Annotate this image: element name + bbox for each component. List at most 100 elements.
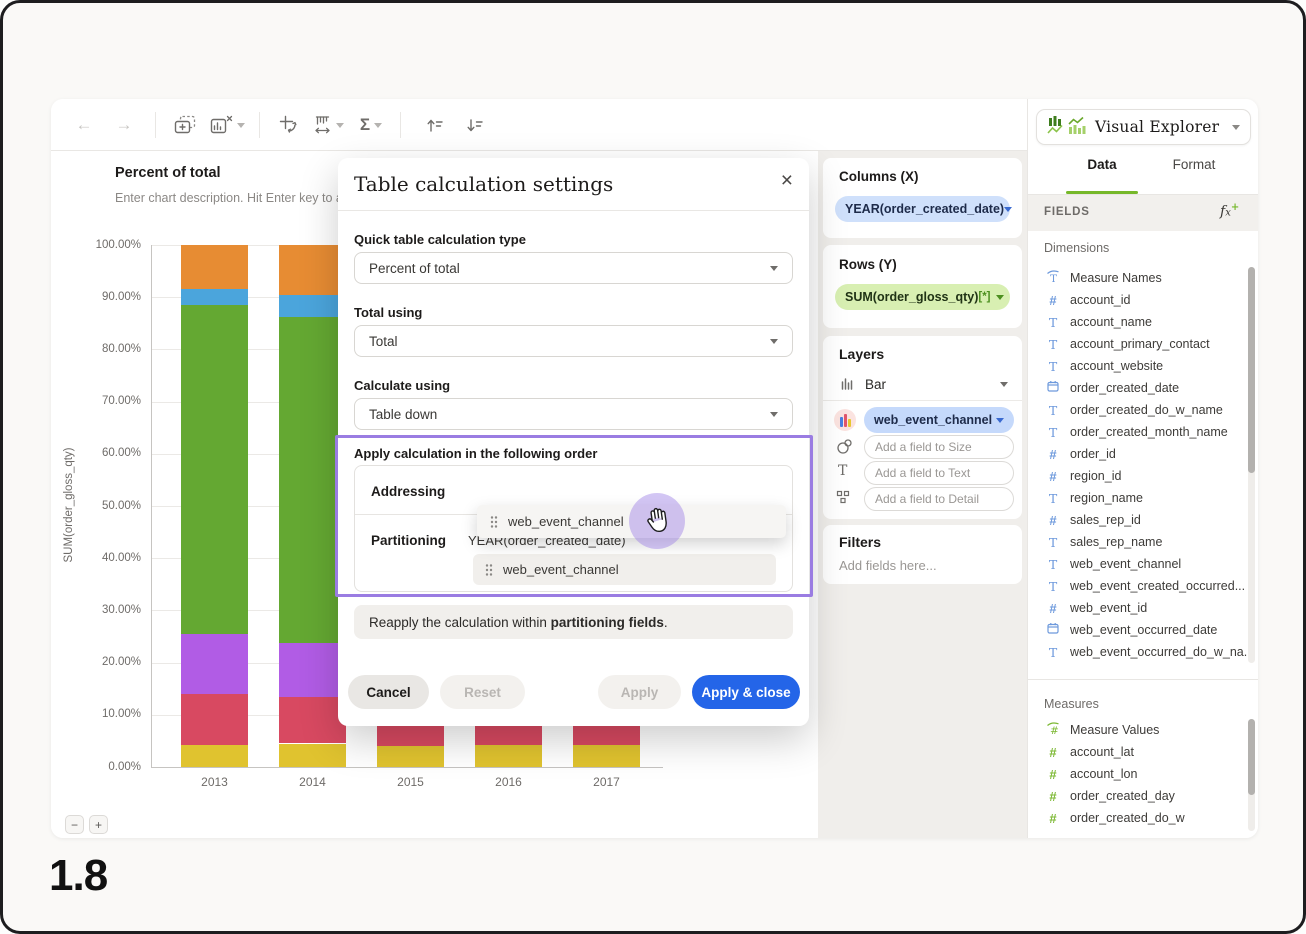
bar-segment-segment-purple-2013[interactable]: [181, 634, 248, 694]
dimension-account_id[interactable]: #account_id: [1028, 289, 1248, 311]
dimension-account_name[interactable]: Taccount_name: [1028, 311, 1248, 333]
dimension-web_event_id[interactable]: #web_event_id: [1028, 597, 1248, 619]
dimension-web_event_created_occurred[interactable]: Tweb_event_created_occurred...: [1028, 575, 1248, 597]
detail-field-input[interactable]: Add a field to Detail: [864, 487, 1014, 511]
bar-segment-segment-yellow-2016[interactable]: [475, 745, 542, 767]
drag-handle-icon[interactable]: [485, 563, 493, 577]
dimension-web_event_occurred_date[interactable]: web_event_occurred_date: [1028, 619, 1248, 641]
tab-format[interactable]: Format: [1162, 157, 1226, 172]
add-chart-icon[interactable]: [172, 109, 198, 141]
bar-width-icon[interactable]: [314, 109, 344, 141]
layers-shelf-label: Layers: [839, 346, 884, 362]
zoom-in-button[interactable]: +: [89, 815, 108, 834]
color-pill-caret-icon[interactable]: [996, 418, 1004, 423]
dimension-order_created_month_name[interactable]: Torder_created_month_name: [1028, 421, 1248, 443]
note-bold: partitioning fields: [551, 615, 664, 630]
drag-handle-icon[interactable]: [490, 515, 498, 529]
bar-segment-segment-purple-2014[interactable]: [279, 643, 346, 696]
bar-segment-segment-green-2013[interactable]: [181, 305, 248, 634]
quick-calc-select[interactable]: Percent of total: [354, 252, 793, 284]
measures-label: Measures: [1044, 697, 1099, 711]
dimensions-list: TMeasure Names#account_idTaccount_nameTa…: [1028, 267, 1248, 663]
visual-explorer-selector[interactable]: Visual Explorer: [1036, 109, 1251, 145]
dimension-order_id[interactable]: #order_id: [1028, 443, 1248, 465]
dimension-region_id[interactable]: #region_id: [1028, 465, 1248, 487]
cancel-button[interactable]: Cancel: [348, 675, 429, 709]
total-using-select[interactable]: Total: [354, 325, 793, 357]
columns-pill-caret-icon[interactable]: [1004, 207, 1012, 212]
color-pill[interactable]: web_event_channel: [864, 407, 1014, 433]
close-icon[interactable]: ×: [781, 170, 793, 191]
dimension-sales_rep_id[interactable]: #sales_rep_id: [1028, 509, 1248, 531]
bar-segment-segment-yellow-2014[interactable]: [279, 744, 346, 767]
dimension-account_website[interactable]: Taccount_website: [1028, 355, 1248, 377]
measure-account_lat[interactable]: #account_lat: [1028, 741, 1248, 763]
bar-segment-segment-orange-2013[interactable]: [181, 245, 248, 289]
remove-chart-icon[interactable]: [210, 109, 245, 141]
columns-pill[interactable]: YEAR(order_created_date): [835, 196, 1010, 222]
layers-divider: [823, 400, 1022, 401]
swap-axes-icon[interactable]: [276, 109, 302, 141]
visual-explorer-name: Visual Explorer: [1095, 118, 1219, 136]
columns-pill-label: YEAR(order_created_date): [845, 202, 1004, 216]
partitioning-field-item[interactable]: web_event_channel: [473, 554, 776, 585]
measure-account_lon[interactable]: #account_lon: [1028, 763, 1248, 785]
tab-data[interactable]: Data: [1068, 157, 1136, 172]
dimension-web_event_channel[interactable]: Tweb_event_channel: [1028, 553, 1248, 575]
dimension-account_primary_contact[interactable]: Taccount_primary_contact: [1028, 333, 1248, 355]
apply-button[interactable]: Apply: [598, 675, 681, 709]
zoom-out-button[interactable]: −: [65, 815, 84, 834]
redo-forward-icon[interactable]: →: [111, 109, 137, 141]
bar-segment-segment-blue-2013[interactable]: [181, 289, 248, 305]
dimensions-scrollbar-thumb[interactable]: [1248, 267, 1255, 473]
reset-button[interactable]: Reset: [440, 675, 525, 709]
calculate-using-select[interactable]: Table down: [354, 398, 793, 430]
mark-type-caret-icon[interactable]: [1000, 382, 1008, 387]
shelf-column: Columns (X) YEAR(order_created_date) Row…: [818, 151, 1027, 838]
table-calc-badge: [*]: [978, 291, 990, 303]
measure-order_created_do_w[interactable]: #order_created_do_w: [1028, 807, 1248, 829]
dimension-sales_rep_name[interactable]: Tsales_rep_name: [1028, 531, 1248, 553]
mark-type-value[interactable]: Bar: [865, 377, 886, 392]
rows-pill-label: SUM(order_gloss_qty): [845, 290, 978, 304]
reapply-note: Reapply the calculation within partition…: [354, 605, 793, 639]
dimension-measurenames[interactable]: TMeasure Names: [1028, 267, 1248, 289]
bar-segment-segment-blue-2014[interactable]: [279, 295, 346, 317]
bar-segment-segment-red-2014[interactable]: [279, 697, 346, 744]
bar-segment-segment-yellow-2015[interactable]: [377, 746, 444, 767]
modal-title: Table calculation settings: [354, 172, 613, 196]
create-calculation-icon[interactable]: fx+: [1220, 202, 1239, 220]
remove-chart-caret-icon: [237, 123, 245, 128]
undo-back-icon[interactable]: ←: [71, 109, 97, 141]
rows-pill-caret-icon[interactable]: [996, 295, 1004, 300]
measures-scrollbar-thumb[interactable]: [1248, 719, 1255, 795]
sort-descending-icon[interactable]: [461, 109, 487, 141]
bar-segment-segment-yellow-2013[interactable]: [181, 745, 248, 767]
bar-segment-segment-red-2013[interactable]: [181, 694, 248, 745]
dimension-region_name[interactable]: Tregion_name: [1028, 487, 1248, 509]
dimension-order_created_do_w_name[interactable]: Torder_created_do_w_name: [1028, 399, 1248, 421]
chart-title[interactable]: Percent of total: [115, 165, 221, 181]
aggregate-sigma-icon[interactable]: Σ: [358, 109, 384, 141]
text-field-input[interactable]: Add a field to Text: [864, 461, 1014, 485]
color-well-icon[interactable]: [834, 409, 856, 431]
y-tick-label: 20.00%: [79, 656, 141, 668]
bar-segment-segment-yellow-2017[interactable]: [573, 745, 640, 767]
filters-shelf-label: Filters: [839, 534, 881, 550]
dragged-field-item[interactable]: web_event_channel: [477, 505, 786, 538]
bar-segment-segment-green-2014[interactable]: [279, 317, 346, 643]
size-field-input[interactable]: Add a field to Size: [864, 435, 1014, 459]
rows-pill[interactable]: SUM(order_gloss_qty) [*]: [835, 284, 1010, 310]
rows-shelf: Rows (Y) SUM(order_gloss_qty) [*]: [823, 245, 1022, 328]
partitioning-field-label: web_event_channel: [503, 562, 619, 577]
bar-segment-segment-orange-2014[interactable]: [279, 245, 346, 295]
measure-measurevalues[interactable]: #Measure Values: [1028, 719, 1248, 741]
apply-close-button[interactable]: Apply & close: [692, 675, 800, 709]
sort-ascending-icon[interactable]: [421, 109, 447, 141]
fields-section-divider: [1028, 679, 1258, 680]
size-well-icon: [836, 438, 853, 460]
measure-order_created_day[interactable]: #order_created_day: [1028, 785, 1248, 807]
dimension-web_event_occurred_do_w_na[interactable]: Tweb_event_occurred_do_w_na...: [1028, 641, 1248, 663]
dimension-order_created_date[interactable]: order_created_date: [1028, 377, 1248, 399]
filters-placeholder[interactable]: Add fields here...: [839, 558, 937, 573]
